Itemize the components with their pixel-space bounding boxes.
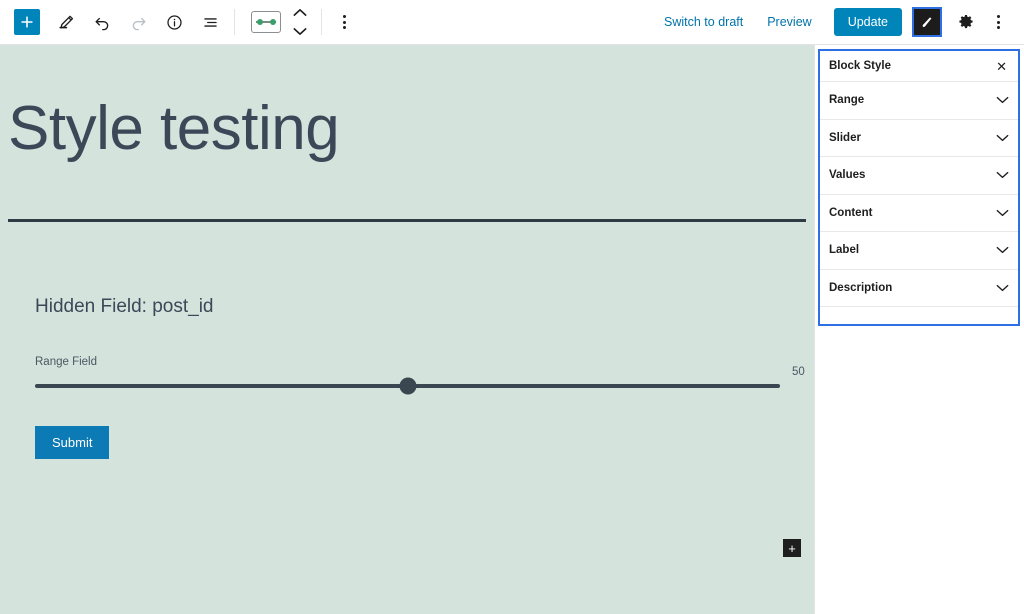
chevron-down-icon bbox=[996, 284, 1009, 292]
panel-section-slider[interactable]: Slider bbox=[820, 120, 1018, 157]
block-appender-button[interactable]: + bbox=[783, 539, 801, 557]
block-style-panel: Block Style ✕ Range Slider Values Content La… bbox=[818, 49, 1020, 326]
move-block-up-button[interactable] bbox=[293, 8, 307, 17]
block-move-controls bbox=[285, 0, 315, 44]
block-style-panel-header: Block Style ✕ bbox=[820, 51, 1018, 82]
details-info-button[interactable] bbox=[156, 4, 192, 40]
editor-header: Switch to draft Preview Update bbox=[0, 0, 1024, 45]
tools-pencil-button[interactable] bbox=[48, 4, 84, 40]
kebab-menu-icon bbox=[342, 15, 346, 29]
undo-button[interactable] bbox=[84, 4, 120, 40]
close-icon[interactable]: ✕ bbox=[994, 58, 1009, 75]
chevron-down-icon bbox=[996, 96, 1009, 104]
switch-to-draft-button[interactable]: Switch to draft bbox=[652, 7, 755, 37]
block-style-panel-title: Block Style bbox=[829, 60, 891, 72]
range-slider-track[interactable] bbox=[35, 377, 780, 395]
toolbar-divider-2 bbox=[321, 9, 322, 35]
range-slider[interactable]: 50 bbox=[35, 366, 805, 395]
editor-canvas[interactable]: Style testing Hidden Field: post_id Rang… bbox=[0, 45, 815, 614]
header-left-toolbar bbox=[0, 0, 360, 44]
panel-section-label: Range bbox=[829, 94, 865, 107]
panel-section-range[interactable]: Range bbox=[820, 82, 1018, 120]
add-block-button[interactable] bbox=[14, 9, 40, 35]
page-title[interactable]: Style testing bbox=[8, 94, 814, 163]
submit-button[interactable]: Submit bbox=[35, 426, 110, 460]
title-divider bbox=[8, 219, 806, 223]
block-options-button[interactable] bbox=[328, 4, 360, 40]
move-block-down-button[interactable] bbox=[293, 27, 307, 36]
editor-root: Switch to draft Preview Update Style tes… bbox=[0, 0, 1024, 614]
styles-brush-button[interactable] bbox=[912, 7, 942, 37]
kebab-menu-icon bbox=[996, 15, 1000, 29]
toolbar-divider bbox=[234, 9, 235, 35]
panel-section-label[interactable]: Label bbox=[820, 232, 1018, 270]
update-button[interactable]: Update bbox=[833, 8, 902, 36]
panel-section-values[interactable]: Values bbox=[820, 157, 1018, 195]
list-view-button[interactable] bbox=[192, 4, 228, 40]
range-field-group: Range Field 50 bbox=[35, 356, 805, 395]
gear-icon bbox=[959, 14, 973, 29]
panel-section-label: Description bbox=[829, 281, 893, 294]
panel-section-label: Content bbox=[829, 206, 873, 219]
range-value-readout: 50 bbox=[792, 366, 805, 379]
panel-section-label: Values bbox=[829, 169, 866, 182]
panel-section-label: Slider bbox=[829, 131, 861, 144]
hidden-field-text: Hidden Field: post_id bbox=[35, 296, 214, 318]
range-field-label: Range Field bbox=[35, 356, 98, 369]
panel-section-content[interactable]: Content bbox=[820, 195, 1018, 232]
header-right-actions: Switch to draft Preview Update bbox=[652, 0, 1024, 44]
chevron-down-icon bbox=[996, 246, 1009, 254]
chevron-down-icon bbox=[996, 209, 1009, 217]
range-slider-thumb[interactable] bbox=[399, 377, 416, 395]
range-block-icon[interactable] bbox=[251, 11, 281, 33]
brush-icon bbox=[922, 16, 931, 27]
chevron-down-icon bbox=[996, 171, 1009, 179]
settings-gear-button[interactable] bbox=[950, 4, 982, 40]
chevron-down-icon bbox=[996, 134, 1009, 142]
more-menu-button[interactable] bbox=[982, 4, 1014, 40]
preview-button[interactable]: Preview bbox=[755, 7, 823, 37]
panel-section-description[interactable]: Description bbox=[820, 270, 1018, 307]
redo-button[interactable] bbox=[120, 4, 156, 40]
block-style-sections: Range Slider Values Content Label Description bbox=[820, 82, 1018, 307]
panel-section-label: Label bbox=[829, 244, 860, 257]
panel-empty-space bbox=[820, 307, 1018, 324]
